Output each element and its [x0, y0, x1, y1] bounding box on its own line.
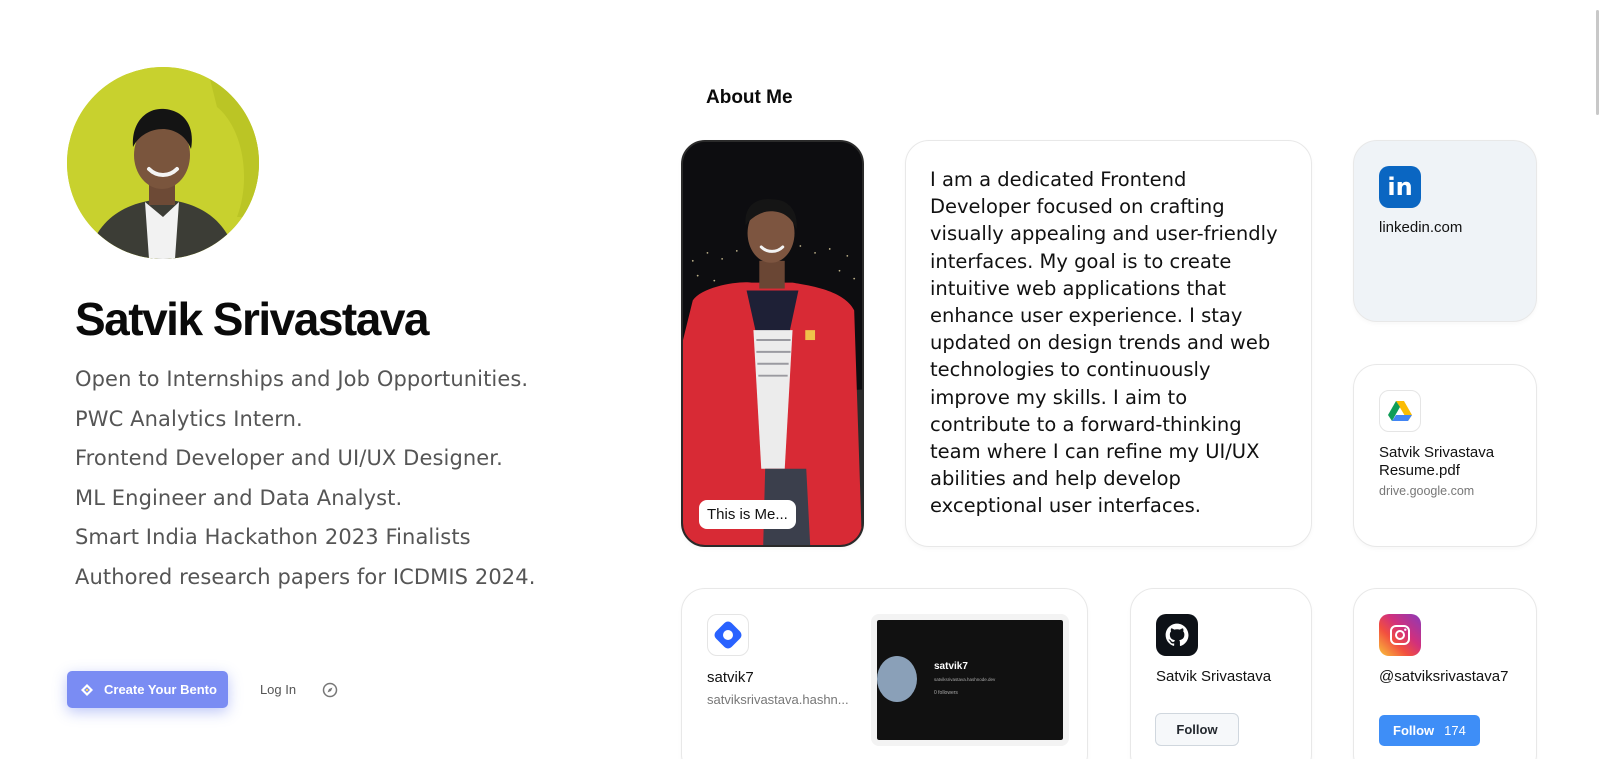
- instagram-follow-button[interactable]: Follow 174: [1379, 715, 1480, 746]
- bio-line: PWC Analytics Intern.: [75, 406, 303, 431]
- instagram-card[interactable]: @satviksrivastava7 Follow 174: [1353, 588, 1537, 759]
- create-bento-button[interactable]: Create Your Bento: [67, 671, 228, 708]
- hashnode-preview: satvik7 satviksrivastava.hashnode.dev 0 …: [871, 614, 1069, 746]
- hashnode-icon: [707, 614, 749, 656]
- instagram-follow-count: 174: [1444, 723, 1466, 738]
- google-drive-icon: [1379, 390, 1421, 432]
- github-title: Satvik Srivastava: [1156, 668, 1272, 685]
- profile-avatar: [67, 67, 259, 259]
- compass-icon[interactable]: [322, 682, 338, 698]
- bio-line: Frontend Developer and UI/UX Designer.: [75, 446, 503, 471]
- bio-line: Open to Internships and Job Opportunitie…: [75, 367, 529, 391]
- bio-line: Authored research papers for ICDMIS 2024…: [75, 564, 536, 589]
- about-heading: About Me: [706, 87, 793, 108]
- portrait-photo: [683, 142, 862, 545]
- footer-bar: Create Your Bento Log In: [67, 671, 338, 708]
- hashnode-title: satvik7: [707, 669, 754, 686]
- bio-list: Open to Internships and Job Opportunitie…: [75, 360, 536, 598]
- instagram-icon: [1379, 614, 1421, 656]
- bio-line: Smart India Hackathon 2023 Finalists: [75, 525, 471, 550]
- scrollbar-thumb[interactable]: [1596, 10, 1599, 115]
- resume-title: Satvik Srivastava Resume.pdf: [1379, 444, 1495, 479]
- profile-name: Satvik Srivastava: [75, 293, 430, 345]
- profile-photo: [67, 67, 259, 259]
- linkedin-label: linkedin.com: [1379, 219, 1463, 236]
- resume-domain: drive.google.com: [1379, 484, 1475, 498]
- linkedin-card[interactable]: in linkedin.com: [1353, 140, 1537, 322]
- hashnode-domain: satviksrivastava.hashn...: [707, 692, 849, 707]
- instagram-follow-label: Follow: [1393, 723, 1435, 738]
- instagram-handle: @satviksrivastava7: [1379, 668, 1509, 685]
- linkedin-icon: in: [1379, 166, 1421, 208]
- resume-card[interactable]: Satvik Srivastava Resume.pdf drive.googl…: [1353, 364, 1537, 547]
- photo-caption: This is Me...: [699, 500, 796, 529]
- github-card[interactable]: Satvik Srivastava Follow: [1130, 588, 1312, 759]
- photo-card[interactable]: This is Me...: [681, 140, 864, 547]
- preview-title: satvik7: [934, 661, 968, 672]
- preview-followers: 0 followers: [934, 690, 958, 696]
- scrollbar[interactable]: [1594, 0, 1600, 759]
- bento-logo-icon: [81, 683, 93, 696]
- create-bento-label: Create Your Bento: [104, 682, 217, 697]
- preview-subtitle: satviksrivastava.hashnode.dev: [934, 677, 996, 682]
- hashnode-card[interactable]: satvik7 satviksrivastava.hashn... satvik…: [681, 588, 1088, 759]
- preview-avatar: [877, 656, 917, 702]
- login-link[interactable]: Log In: [260, 682, 296, 697]
- github-follow-button[interactable]: Follow: [1155, 713, 1239, 746]
- about-description: I am a dedicated Frontend Developer focu…: [930, 168, 1278, 518]
- about-text-card: I am a dedicated Frontend Developer focu…: [905, 140, 1312, 547]
- github-icon: [1156, 614, 1198, 656]
- bio-line: ML Engineer and Data Analyst.: [75, 485, 403, 510]
